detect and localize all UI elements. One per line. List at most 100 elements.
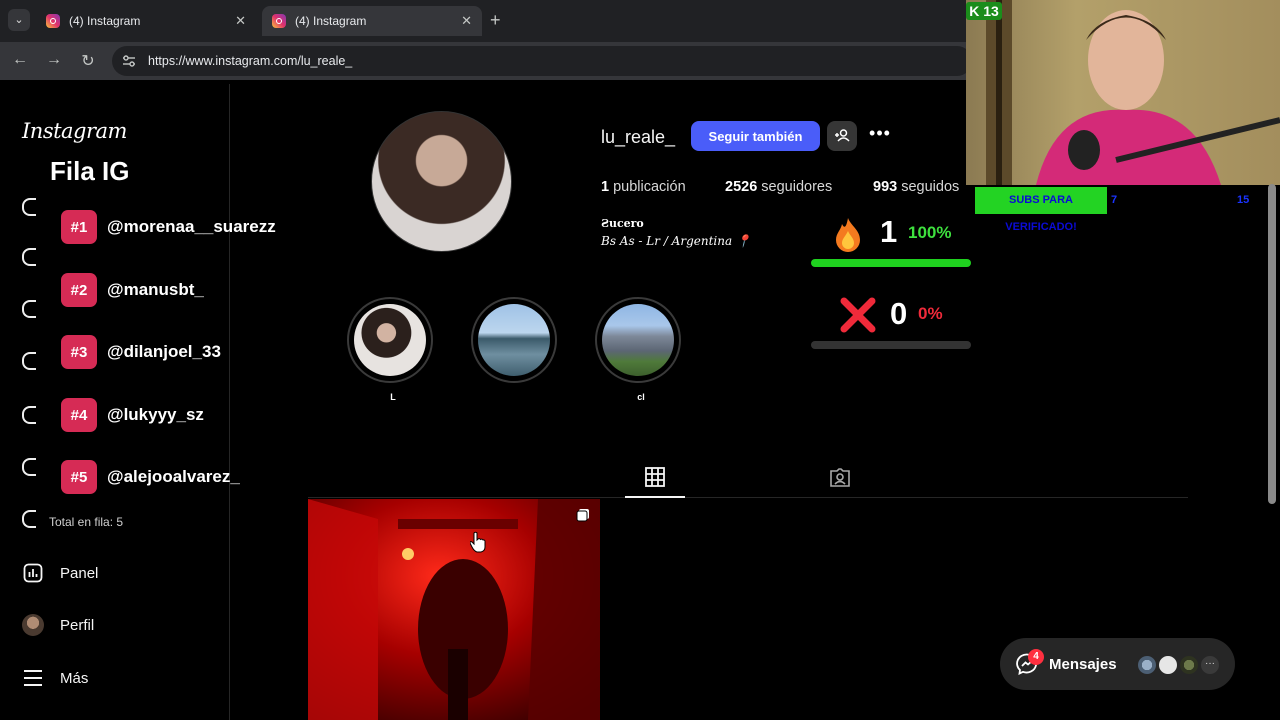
fire-icon — [836, 218, 860, 252]
loss-percentage: 0% — [918, 304, 943, 323]
queue-title: Fila IG — [50, 156, 130, 186]
sidebar-item-label: Más — [60, 669, 89, 687]
instagram-favicon-icon — [46, 14, 60, 28]
messages-icon[interactable] — [22, 406, 36, 424]
tab-title: (4) Instagram — [69, 14, 141, 28]
subs-current: 7 — [1111, 194, 1118, 206]
posts-count[interactable]: 1 publicación — [601, 179, 686, 195]
queue-rank-badge: #4 — [61, 398, 97, 432]
home-icon[interactable] — [22, 198, 36, 216]
more-avatars-icon: ··· — [1199, 654, 1221, 676]
posts-count-number: 1 — [601, 179, 610, 195]
close-tab-icon[interactable]: ✕ — [235, 13, 246, 29]
streamer-camera — [986, 0, 1280, 185]
back-arrow-icon[interactable]: ← — [10, 51, 30, 69]
avatar — [1178, 654, 1200, 676]
queue-handle: @lukyyy_sz — [107, 405, 204, 424]
profile-avatar[interactable] — [371, 111, 512, 252]
bio-text: Bs As - Lr / Argentina 📍 — [601, 234, 751, 248]
instagram-favicon-icon — [272, 14, 286, 28]
avatar — [1136, 654, 1158, 676]
sidebar-item-label: Panel — [60, 564, 99, 582]
story-highlight[interactable] — [471, 297, 557, 383]
page-scrollbar[interactable] — [1268, 184, 1276, 504]
reload-icon[interactable]: ↻ — [78, 51, 98, 71]
win-progress-fill — [811, 259, 971, 267]
instagram-logo[interactable]: Instagram — [22, 119, 127, 143]
post-thumbnail[interactable] — [308, 499, 600, 720]
story-highlight[interactable] — [595, 297, 681, 383]
add-user-icon — [835, 129, 850, 142]
chart-icon — [22, 562, 44, 584]
loss-count: 0 — [890, 296, 908, 331]
tabs-divider — [308, 497, 1188, 498]
messages-unread-badge: 4 — [1028, 649, 1044, 665]
tagged-icon — [830, 468, 850, 487]
loss-progress-bar — [811, 341, 971, 349]
profile-username: lu_reale_ — [601, 127, 676, 147]
queue-handle: @manusbt_ — [107, 280, 204, 299]
more-options-icon[interactable]: ••• — [866, 124, 894, 146]
posts-count-label: publicación — [613, 179, 686, 195]
subs-goal: 15 — [1237, 194, 1250, 206]
queue-item: #1 @morenaa__suarezz — [61, 210, 276, 244]
highlight-label: cl — [637, 392, 645, 402]
win-count: 1 — [880, 214, 898, 249]
highlight-label: L — [390, 392, 396, 402]
followers-count[interactable]: 2526 seguidores — [725, 179, 832, 195]
tab-title: (4) Instagram — [295, 14, 367, 28]
suggested-users-button[interactable] — [827, 121, 857, 151]
address-bar[interactable]: https://www.instagram.com/lu_reale_ — [112, 46, 972, 76]
following-count-number: 993 — [873, 179, 898, 195]
messages-label: Mensajes — [1049, 656, 1117, 673]
messages-bar[interactable]: 4 Mensajes ··· — [1000, 638, 1235, 690]
close-tab-icon[interactable]: ✕ — [461, 13, 472, 29]
queue-item: #3 @dilanjoel_33 — [61, 335, 221, 369]
site-info-icon[interactable] — [122, 54, 136, 68]
forward-arrow-icon[interactable]: → — [44, 51, 64, 69]
reels-icon[interactable] — [22, 352, 36, 370]
webcam-overlay — [966, 0, 1280, 185]
hand-cursor-icon — [470, 531, 486, 553]
create-icon[interactable] — [22, 510, 36, 528]
sidebar-item-profile[interactable]: Perfil — [22, 614, 94, 636]
url-text: https://www.instagram.com/lu_reale_ — [148, 54, 353, 68]
queue-item: #5 @alejooalvarez_ — [61, 460, 240, 494]
avatar — [22, 614, 44, 636]
follow-back-button[interactable]: Seguir también — [691, 121, 820, 151]
explore-icon[interactable] — [22, 300, 36, 318]
browser-tab[interactable]: (4) Instagram ✕ — [36, 6, 256, 36]
tab-search-dropdown[interactable]: ⌄ — [8, 9, 30, 31]
bio-name: Ƨucero — [601, 217, 644, 230]
avatar — [1157, 654, 1179, 676]
menu-icon — [22, 667, 44, 689]
queue-handle: @morenaa__suarezz — [107, 217, 276, 236]
following-count[interactable]: 993 seguidos — [873, 179, 959, 195]
tab-posts[interactable] — [625, 460, 685, 498]
search-icon[interactable] — [22, 248, 36, 266]
queue-rank-badge: #5 — [61, 460, 97, 494]
win-progress-bar — [811, 259, 971, 267]
followers-count-label: seguidores — [761, 179, 833, 195]
following-count-label: seguidos — [901, 179, 960, 195]
notifications-icon[interactable] — [22, 458, 36, 476]
queue-handle: @dilanjoel_33 — [107, 342, 221, 361]
cross-icon — [840, 297, 876, 333]
tab-tagged[interactable] — [820, 460, 860, 498]
story-highlight[interactable] — [347, 297, 433, 383]
sidebar-item-panel[interactable]: Panel — [22, 562, 98, 584]
queue-item: #2 @manusbt_ — [61, 273, 204, 307]
win-percentage: 100% — [908, 223, 952, 242]
queue-rank-badge: #1 — [61, 210, 97, 244]
sidebar-item-more[interactable]: Más — [22, 667, 88, 689]
queue-handle: @alejooalvarez_ — [107, 467, 240, 486]
queue-item: #4 @lukyyy_sz — [61, 398, 204, 432]
queue-rank-badge: #2 — [61, 273, 97, 307]
stream-badge: K 13 — [966, 2, 1002, 20]
carousel-icon — [576, 509, 589, 522]
new-tab-button[interactable]: + — [490, 10, 501, 31]
queue-total: Total en fila: 5 — [49, 515, 124, 529]
grid-icon — [645, 467, 665, 487]
browser-tab-active[interactable]: (4) Instagram ✕ — [262, 6, 482, 36]
post-image — [308, 499, 600, 720]
